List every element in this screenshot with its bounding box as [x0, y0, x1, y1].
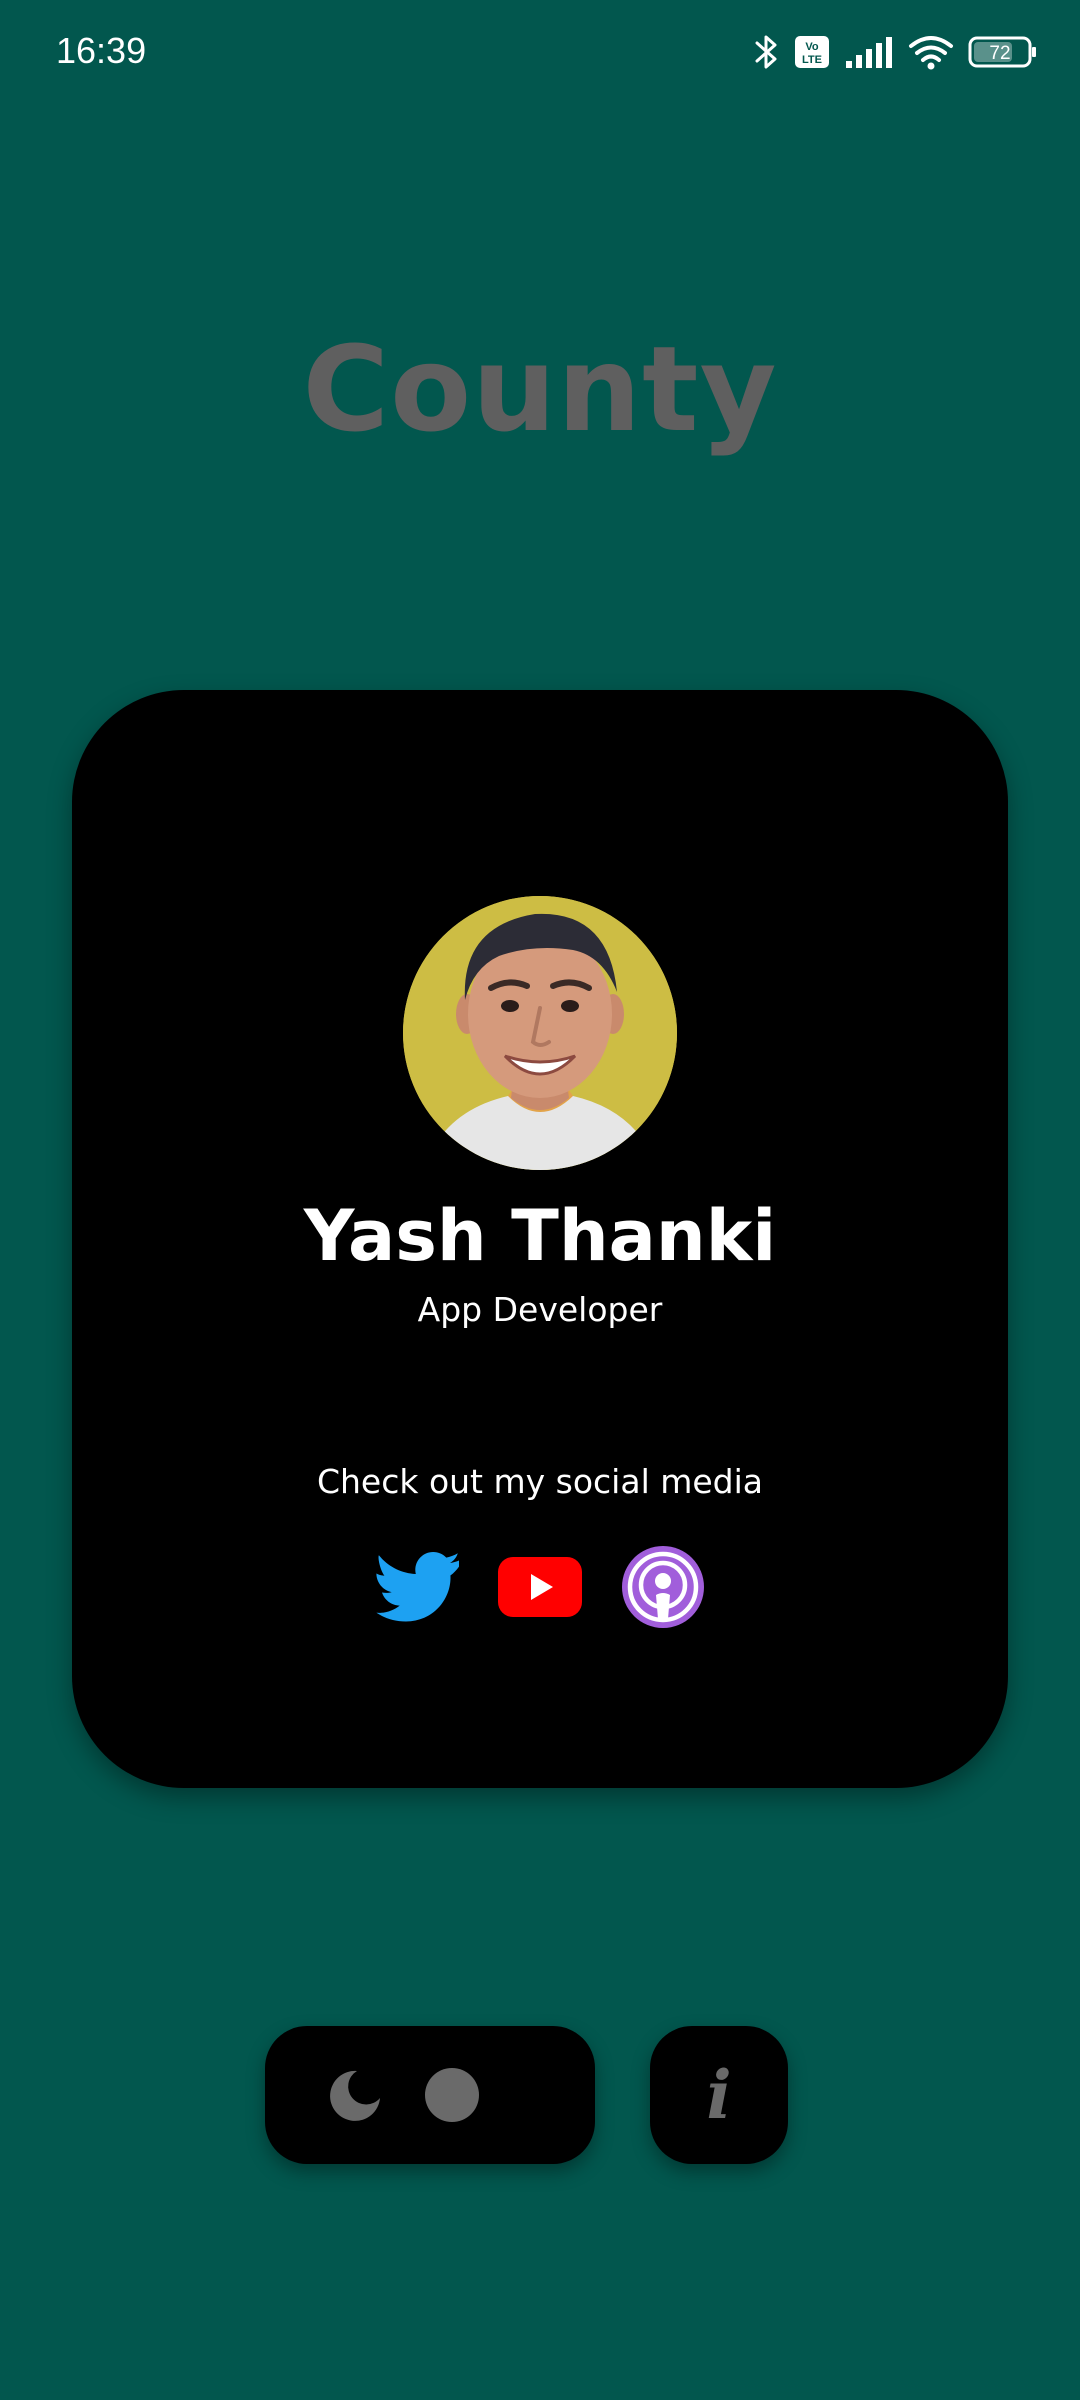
bluetooth-icon: [754, 32, 780, 72]
moon-icon[interactable]: [327, 2068, 383, 2124]
profile-role: App Developer: [417, 1290, 663, 1329]
profile-card: Yash Thanki App Developer Check out my s…: [72, 690, 1008, 1788]
youtube-icon: [498, 1557, 582, 1617]
info-icon: i: [706, 2056, 732, 2134]
avatar-portrait: [403, 896, 677, 1170]
podcast-icon: [622, 1546, 704, 1628]
theme-toggle[interactable]: [265, 2026, 595, 2164]
podcast-link[interactable]: [618, 1542, 708, 1632]
twitter-icon: [376, 1552, 459, 1622]
battery-level: 72: [989, 43, 1010, 64]
social-links: [72, 1542, 1008, 1632]
wifi-icon: [908, 34, 954, 70]
app-title: County: [302, 320, 778, 458]
status-icons: Vo LTE 72: [754, 30, 1038, 74]
info-button[interactable]: i: [650, 2026, 788, 2164]
battery-icon: 72: [968, 35, 1038, 69]
social-heading: Check out my social media: [316, 1462, 764, 1501]
svg-text:Vo: Vo: [805, 41, 819, 53]
profile-name: Yash Thanki: [303, 1195, 777, 1277]
volte-icon: Vo LTE: [794, 35, 830, 69]
svg-text:LTE: LTE: [802, 54, 822, 66]
twitter-link[interactable]: [372, 1542, 462, 1632]
status-time: 16:39: [56, 30, 147, 71]
signal-icon: [844, 35, 894, 69]
sun-icon[interactable]: [424, 2067, 480, 2123]
avatar: [403, 896, 677, 1170]
status-bar: 16:39 Vo LTE 72: [0, 0, 1080, 110]
youtube-link[interactable]: [495, 1542, 585, 1632]
